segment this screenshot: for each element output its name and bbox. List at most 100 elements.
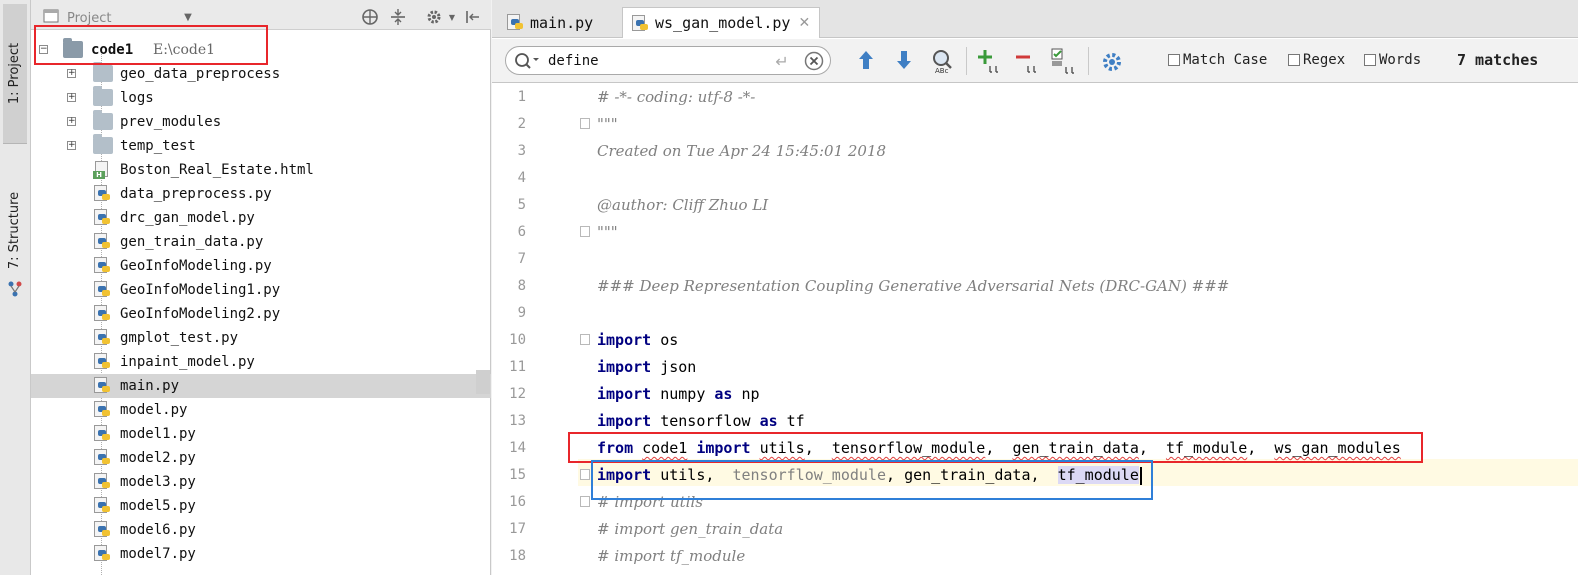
expand-toggle-icon[interactable]: + — [67, 117, 76, 126]
settings-gear-icon[interactable] — [1100, 50, 1124, 74]
tree-file-row[interactable]: model1.py — [31, 422, 491, 446]
toolbar-separator — [966, 47, 967, 75]
tree-file-row-selected[interactable]: main.py — [31, 374, 491, 398]
tab-main-py[interactable]: main.py — [498, 7, 620, 38]
file-name: gen_train_data.py — [120, 234, 264, 250]
regex-option[interactable]: Regex — [1288, 52, 1345, 68]
tree-file-row[interactable]: gen_train_data.py — [31, 230, 491, 254]
file-name: Boston_Real_Estate.html — [120, 162, 314, 178]
tree-root-row[interactable]: − code1 E:\code1 — [31, 38, 491, 62]
tree-file-row[interactable]: gmplot_test.py — [31, 326, 491, 350]
file-name: model2.py — [120, 450, 196, 466]
docstring-text: @author: Cliff Zhuo LI — [597, 196, 769, 214]
find-all-icon[interactable]: ABc — [930, 48, 956, 74]
hide-panel-icon[interactable] — [463, 8, 481, 26]
previous-occurrence-icon[interactable] — [856, 49, 876, 71]
match-case-checkbox[interactable] — [1168, 54, 1180, 66]
gear-icon[interactable] — [425, 8, 443, 26]
tree-file-row[interactable]: model2.py — [31, 446, 491, 470]
regex-label: Regex — [1303, 52, 1346, 68]
code-line-18: # import tf_module — [597, 547, 745, 565]
keyword: import — [597, 331, 652, 349]
folder-icon — [93, 134, 113, 154]
select-all-occurrences-icon[interactable] — [1050, 47, 1078, 75]
line-number: 3 — [517, 143, 526, 159]
tree-folder-row[interactable]: + prev_modules — [31, 110, 491, 134]
tree-file-row[interactable]: GeoInfoModeling1.py — [31, 278, 491, 302]
expand-toggle-icon[interactable]: + — [67, 93, 76, 102]
remove-occurrence-icon[interactable] — [1014, 48, 1040, 74]
tree-folder-row[interactable]: + temp_test — [31, 134, 491, 158]
words-option[interactable]: Words — [1364, 52, 1421, 68]
code-text: tf — [777, 412, 805, 430]
match-case-option[interactable]: Match Case — [1168, 52, 1267, 68]
import-name: gen_train_data — [904, 466, 1031, 484]
collapse-toggle-icon[interactable]: − — [39, 45, 48, 54]
tree-file-row[interactable]: model6.py — [31, 518, 491, 542]
code-area[interactable]: 1 2 3 4 5 6 7 8 9 10 11 12 13 14 15 16 1… — [492, 84, 1578, 575]
tree-file-row[interactable]: GeoInfoModeling.py — [31, 254, 491, 278]
collapse-all-icon[interactable] — [389, 8, 407, 26]
file-name: main.py — [120, 378, 180, 394]
close-icon[interactable]: ✕ — [798, 15, 810, 31]
tree-folder-row[interactable]: + geo_data_preprocess — [31, 62, 491, 86]
file-name: GeoInfoModeling2.py — [120, 306, 281, 322]
project-panel-header: Project ▼ ▼ — [31, 0, 491, 30]
fold-marker-icon[interactable] — [580, 496, 590, 507]
python-file-icon — [93, 473, 111, 490]
fold-marker-icon[interactable] — [580, 334, 590, 345]
root-folder-name: code1 — [91, 42, 134, 58]
code-text: tensorflow — [651, 412, 760, 430]
search-icon[interactable] — [514, 52, 542, 70]
add-occurrence-icon[interactable] — [976, 48, 1002, 74]
folder-name: geo_data_preprocess — [120, 66, 281, 82]
code-line-13: import tensorflow as tf — [597, 412, 805, 430]
tree-folder-row[interactable]: + logs — [31, 86, 491, 110]
python-file-icon — [631, 14, 649, 32]
tree-file-row[interactable]: drc_gan_model.py — [31, 206, 491, 230]
regex-checkbox[interactable] — [1288, 54, 1300, 66]
tree-file-row[interactable]: model5.py — [31, 494, 491, 518]
next-occurrence-icon[interactable] — [894, 49, 914, 71]
expand-toggle-icon[interactable]: + — [67, 141, 76, 150]
tree-file-row[interactable]: inpaint_model.py — [31, 350, 491, 374]
structure-tool-tab[interactable]: 7: Structure — [3, 160, 27, 300]
words-checkbox[interactable] — [1364, 54, 1376, 66]
tree-file-row[interactable]: model7.py — [31, 542, 491, 566]
project-panel-title[interactable]: Project — [67, 11, 111, 26]
code-line-16: # import utils — [597, 493, 703, 511]
line-number: 12 — [509, 386, 526, 402]
structure-tool-tab-label: 7: Structure — [7, 191, 23, 269]
tree-file-row[interactable]: model.py — [31, 398, 491, 422]
python-file-icon — [93, 329, 111, 346]
code-line-3: Created on Tue Apr 24 15:45:01 2018 — [597, 142, 886, 160]
fold-marker-icon[interactable] — [580, 118, 590, 129]
keyword: as — [759, 412, 778, 430]
code-line-2: """ — [597, 115, 618, 133]
file-name: GeoInfoModeling.py — [120, 258, 272, 274]
gear-dropdown-icon[interactable]: ▼ — [443, 8, 461, 26]
keyword: import — [597, 358, 652, 376]
project-tool-tab[interactable]: 1: Project — [3, 4, 27, 144]
python-file-icon — [93, 497, 111, 514]
tab-ws-gan-model-py[interactable]: ws_gan_model.py ✕ — [622, 7, 820, 38]
line-number: 8 — [517, 278, 526, 294]
clear-search-icon[interactable] — [804, 51, 824, 71]
tree-file-row[interactable]: model3.py — [31, 470, 491, 494]
line-number: 2 — [517, 116, 526, 132]
scroll-from-source-icon[interactable] — [361, 8, 379, 26]
view-dropdown-icon[interactable]: ▼ — [179, 8, 197, 26]
tree-file-row[interactable]: H Boston_Real_Estate.html — [31, 158, 491, 182]
search-input[interactable] — [548, 52, 768, 70]
enter-icon[interactable]: ↵ — [772, 51, 792, 71]
fold-marker-icon[interactable] — [580, 469, 590, 480]
match-case-label: Match Case — [1183, 52, 1268, 68]
comment-text: # import tf_module — [597, 547, 746, 565]
tree-scrollbar-thumb[interactable] — [476, 370, 490, 394]
fold-marker-icon[interactable] — [580, 226, 590, 237]
comment-text: # import utils — [597, 493, 703, 511]
tree-file-row[interactable]: GeoInfoModeling2.py — [31, 302, 491, 326]
expand-toggle-icon[interactable]: + — [67, 69, 76, 78]
tree-file-row[interactable]: data_preprocess.py — [31, 182, 491, 206]
python-file-icon — [506, 14, 524, 31]
